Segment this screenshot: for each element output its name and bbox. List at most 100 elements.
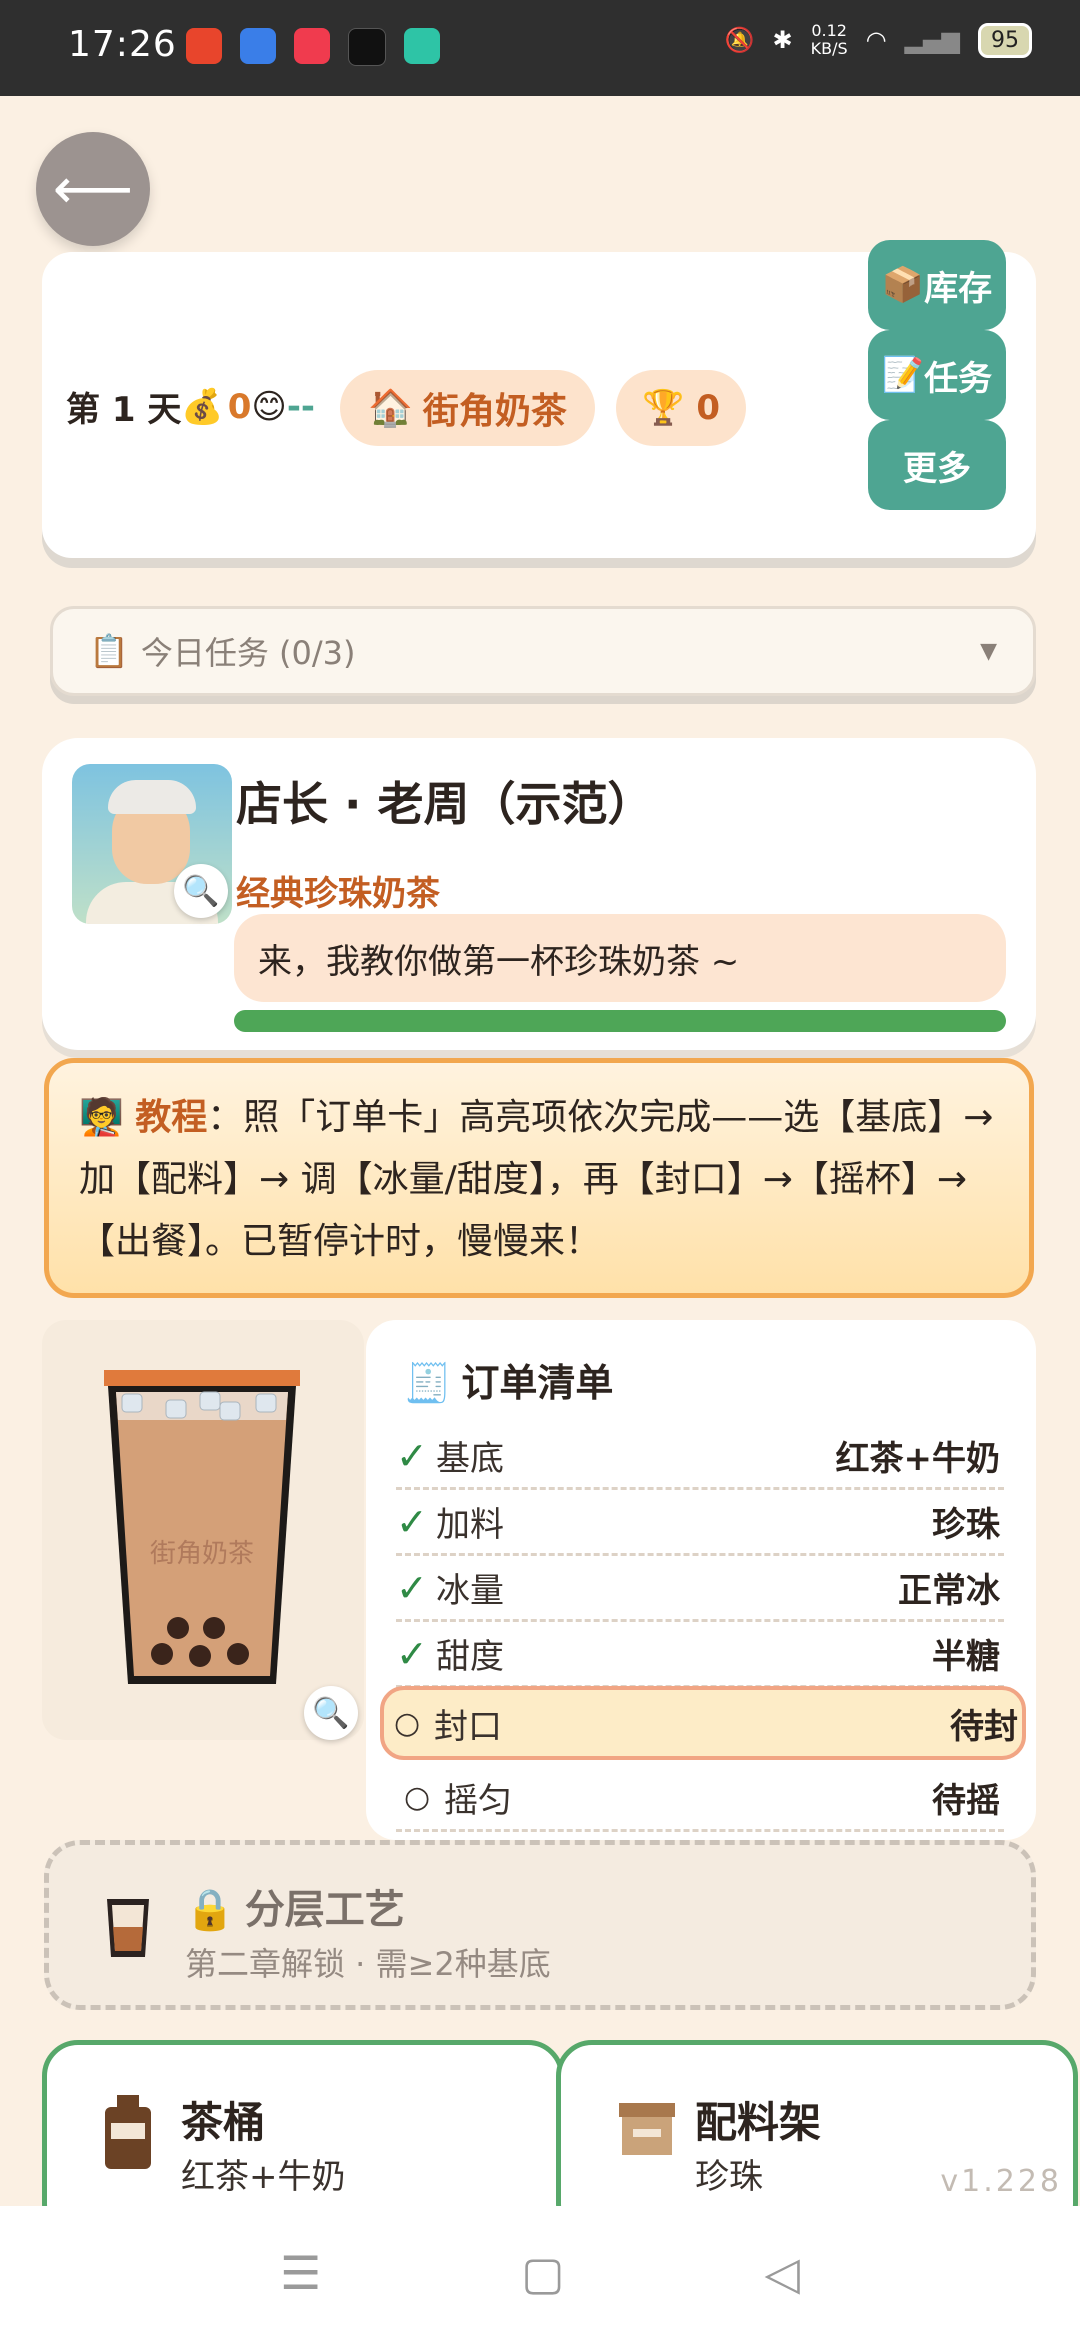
system-indicators: 🔕 ✱ 0.12 KB/S ◠ ▂▄▆ 95 [725,22,1032,58]
pending-circle-icon: ○ [404,1780,431,1815]
daily-task-label: 今日任务 (0/3) [140,634,356,672]
pending-circle-icon: ○ [394,1705,421,1741]
arrow-left-icon: ⟵ [52,156,134,222]
trophy-pill[interactable]: 🏆 0 [616,370,747,446]
order-row-name: 甜度 [436,1637,504,1677]
customer-card: 🔍 店长 · 老周（示范） 经典珍珠奶茶 来，我教你做第一杯珍珠奶茶 ~ [42,738,1036,1050]
clock: 17:26 [68,24,177,65]
tasks-label: 任务 [924,358,993,399]
order-row-value: 正常冰 [898,1571,1000,1611]
locked-title-text: 分层工艺 [244,1887,405,1933]
house-icon: 🏠 [368,388,413,429]
patience-bar [234,1010,1006,1032]
app-notification-icon [240,28,276,64]
cup-magnifier-icon[interactable]: 🔍 [304,1686,358,1740]
order-row-value: 半糖 [932,1637,1000,1677]
shop-name: 街角奶茶 [422,391,567,432]
milk-tea-cup-icon: 街角奶茶 [104,1370,300,1684]
order-row-base: ✓ 基底 红茶+牛奶 [396,1424,1004,1490]
version-label: v1.228 [940,2164,1062,2199]
check-icon: ✓ [396,1565,428,1610]
daily-task-dropdown[interactable]: 📋 今日任务 (0/3) ▼ [50,606,1036,696]
more-button[interactable]: 更多 [868,420,1006,510]
app-notification-icon [404,28,440,64]
tea-bucket-subtitle: 红茶+牛奶 [181,2157,346,2197]
coin-count: 0 [227,386,252,427]
dropdown-caret-icon: ▼ [980,638,997,664]
inventory-label: 库存 [924,268,993,309]
order-row-seal[interactable]: ○ 封口 待封 [380,1686,1026,1760]
tutorial-tag: 教程 [135,1097,208,1138]
net-speed-unit: KB/S [810,39,848,58]
tutorial-text: ：照「订单卡」高亮项依次完成——选【基底】→ 加【配料】→ 调【冰量/甜度】，再… [79,1097,994,1262]
app-notification-icon [186,28,222,64]
shop-name-pill[interactable]: 🏠 街角奶茶 [340,370,595,446]
cup-preview: 街角奶茶 🔍 [42,1320,364,1740]
cup-label: 街角奶茶 [150,1539,254,1569]
stats-card: 第 1 天 💰 0 😊 -- 🏠 街角奶茶 🏆 0 📦 库存 📝 任务 更多 [42,240,1036,558]
order-row-name: 基底 [436,1439,504,1479]
notification-icons [186,28,440,66]
locked-layering-feature[interactable]: 🔒 分层工艺 第二章解锁 · 需≥2种基底 [44,1840,1036,2010]
topping-rack-title: 配料架 [695,2098,822,2147]
clipboard-icon: 📋 [89,632,129,670]
order-title-text: 订单清单 [461,1361,614,1405]
cup-small-icon [107,1899,149,1957]
tasks-button[interactable]: 📝 任务 [868,330,1006,420]
tea-bucket-title: 茶桶 [181,2098,266,2147]
status-bar: 17:26 🔕 ✱ 0.12 KB/S ◠ ▂▄▆ 95 [0,0,1080,96]
locked-subtitle: 第二章解锁 · 需≥2种基底 [185,1945,551,1983]
check-icon: ✓ [396,1631,428,1676]
signal-icon: ▂▄▆ [904,26,960,54]
dialogue-text: 来，我教你做第一杯珍珠奶茶 ~ [258,941,740,982]
topping-rack-subtitle: 珍珠 [695,2157,763,2197]
system-nav-bar: ☰ ▢ ◁ [0,2206,1080,2340]
receipt-icon: 🧾 [404,1361,452,1405]
music-app-icon [294,28,330,64]
home-square-icon[interactable]: ▢ [521,2246,564,2300]
wifi-icon: ◠ [865,26,887,54]
order-row-name: 加料 [436,1505,504,1545]
order-row-shake: ○ 摇匀 待摇 [396,1766,1004,1832]
order-checklist: 🧾 订单清单 ✓ 基底 红茶+牛奶 ✓ 加料 珍珠 ✓ 冰量 正常冰 ✓ 甜度 半… [366,1320,1036,1840]
tea-bucket-icon [105,2095,151,2169]
order-row-topping: ✓ 加料 珍珠 [396,1490,1004,1556]
customer-dialogue: 来，我教你做第一杯珍珠奶茶 ~ [234,914,1006,1002]
back-button[interactable]: ⟵ [36,132,150,246]
net-speed-value: 0.12 [811,21,847,40]
package-icon: 📦 [881,265,925,305]
trophy-count: 0 [696,388,721,428]
order-row-ice: ✓ 冰量 正常冰 [396,1556,1004,1622]
order-row-name: 摇匀 [444,1781,512,1821]
tiktok-icon [348,28,386,66]
mood-value: -- [286,386,316,427]
mute-icon: 🔕 [724,26,755,54]
inventory-button[interactable]: 📦 库存 [868,240,1006,330]
locked-title: 🔒 分层工艺 [185,1877,405,1935]
order-row-name: 冰量 [436,1571,504,1611]
net-speed: 0.12 KB/S [811,22,848,58]
order-row-value: 待摇 [932,1781,1000,1821]
order-title: 🧾 订单清单 [404,1352,613,1407]
day-stats: 第 1 天 💰 0 😊 -- [66,382,315,431]
memo-icon: 📝 [881,355,925,395]
topping-box-icon [619,2103,675,2155]
trophy-icon: 🏆 [642,388,685,428]
order-row-value: 待封 [950,1706,1018,1747]
lock-icon: 🔒 [185,1887,235,1933]
check-icon: ✓ [396,1433,428,1478]
back-triangle-icon[interactable]: ◁ [765,2246,800,2300]
tutorial-banner: 🧑‍🏫 教程：照「订单卡」高亮项依次完成——选【基底】→ 加【配料】→ 调【冰量… [44,1058,1034,1298]
order-row-value: 珍珠 [932,1505,1000,1545]
menu-icon[interactable]: ☰ [280,2246,321,2300]
day-label: 第 1 天 [66,390,182,430]
check-icon: ✓ [396,1499,428,1544]
customer-name: 店长 · 老周（示范） [236,777,654,831]
more-label: 更多 [903,448,971,489]
order-row-value: 红茶+牛奶 [835,1439,1001,1479]
bluetooth-icon: ✱ [772,26,793,54]
magnifier-icon[interactable]: 🔍 [174,864,228,918]
smile-icon: 😊 [251,386,287,427]
battery-indicator: 95 [978,22,1032,58]
customer-order: 经典珍珠奶茶 [236,874,440,914]
